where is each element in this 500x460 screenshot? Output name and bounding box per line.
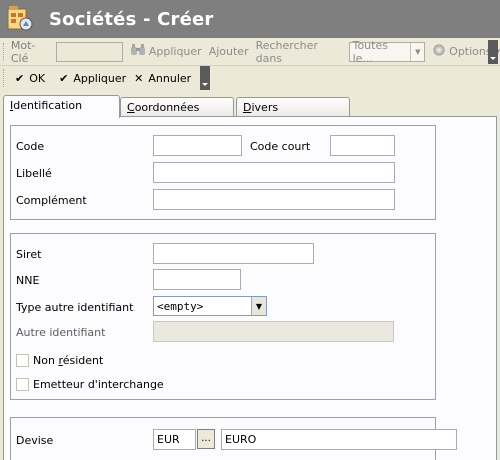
check-icon: ✔: [15, 71, 25, 85]
search-in-label-wrap: Rechercher dans: [256, 39, 344, 65]
other-id-label: Autre identifiant: [16, 326, 106, 339]
tab-strip: Identification Coordonnées Divers: [0, 95, 500, 118]
other-id-type-label: Type autre identifiant: [16, 301, 134, 314]
other-id-field: [153, 321, 394, 342]
binoculars-icon: [130, 43, 146, 60]
currency-group: Devise EUR ... EURO: [10, 417, 457, 460]
keyword-label: Mot-Clé: [10, 38, 36, 65]
tab-divers[interactable]: Divers: [236, 97, 350, 117]
apply-button[interactable]: ✔ Appliquer: [59, 72, 126, 85]
complement-field[interactable]: [153, 189, 395, 210]
tab-label: dentification: [13, 99, 83, 112]
currency-code-field[interactable]: EUR: [153, 429, 196, 450]
currency-name-field[interactable]: EURO: [221, 429, 457, 450]
code-label: Code: [16, 140, 45, 153]
other-id-type-select[interactable]: <empty> ▼: [153, 296, 267, 316]
siret-field[interactable]: [153, 243, 314, 264]
add-label: Ajouter: [208, 45, 249, 58]
currency-browse-button[interactable]: ...: [197, 429, 215, 449]
tab-accel: C: [127, 101, 135, 114]
window-title: Sociétés - Créer: [49, 8, 214, 30]
apply-filter-label: Appliquer: [148, 45, 202, 58]
interchange-sender-checkbox[interactable]: [16, 378, 29, 391]
chevron-down-icon[interactable]: ▼: [251, 297, 266, 315]
search-toolbar: Mot-Clé Appliquer Ajouter Rechercher dan…: [0, 38, 500, 66]
cancel-button[interactable]: ✕ Annuler: [134, 72, 191, 85]
tab-label: ivers: [251, 101, 279, 114]
complement-label: Complément: [16, 194, 87, 207]
toolbar-overflow-button[interactable]: [200, 66, 210, 90]
tab-identification[interactable]: Identification: [3, 95, 120, 118]
gear-icon: [432, 43, 446, 60]
add-button[interactable]: Ajouter: [209, 45, 249, 58]
interchange-sender-label[interactable]: Emetteur d'interchange: [33, 378, 164, 391]
tab-label: oordonnées: [134, 101, 200, 114]
nne-field[interactable]: [153, 269, 241, 290]
check-icon: ✔: [59, 71, 69, 85]
chevron-down-icon[interactable]: ▼: [410, 42, 424, 61]
tab-coordonnees[interactable]: Coordonnées: [120, 97, 234, 117]
close-icon: ✕: [134, 71, 144, 85]
label-field[interactable]: [153, 162, 395, 183]
identity-group: Code Code court Libellé Complément: [10, 125, 436, 220]
short-code-field[interactable]: [330, 135, 395, 156]
toolbar-grip[interactable]: [3, 42, 7, 61]
currency-label: Devise: [16, 434, 54, 447]
search-in-value: Toutes le...: [352, 38, 388, 65]
ok-label: OK: [29, 71, 46, 85]
ok-button[interactable]: ✔ OK: [15, 72, 45, 85]
toolbar-grip[interactable]: [3, 69, 7, 87]
apply-label: Appliquer: [73, 71, 127, 85]
apply-filter-button[interactable]: Appliquer: [130, 43, 202, 60]
nne-label: NNE: [16, 274, 40, 287]
options-label: Options: [449, 45, 492, 58]
toolbar-overflow-button[interactable]: [488, 40, 498, 64]
siret-label: Siret: [16, 248, 42, 261]
company-app-icon: [5, 4, 35, 34]
search-in-select[interactable]: Toutes le... ▼: [348, 38, 426, 65]
title-bar: Sociétés - Créer: [0, 0, 500, 38]
non-resident-checkbox[interactable]: [16, 354, 29, 367]
action-toolbar: ✔ OK ✔ Appliquer ✕ Annuler: [0, 66, 210, 90]
non-resident-label[interactable]: Non résident: [33, 354, 103, 367]
label-label: Libellé: [16, 167, 52, 180]
non-resident-pre: Non: [33, 354, 59, 367]
search-in-label: Rechercher dans: [255, 38, 318, 65]
tab-panel-identification: Code Code court Libellé Complément Siret…: [3, 116, 497, 460]
identifiers-group: Siret NNE Type autre identifiant <empty>…: [10, 233, 436, 400]
cancel-label: Annuler: [148, 71, 192, 85]
other-id-type-value: <empty>: [157, 299, 204, 313]
non-resident-post: ésident: [62, 354, 104, 367]
code-field[interactable]: [153, 135, 242, 156]
keyword-input[interactable]: [55, 41, 123, 62]
short-code-label: Code court: [250, 140, 311, 153]
